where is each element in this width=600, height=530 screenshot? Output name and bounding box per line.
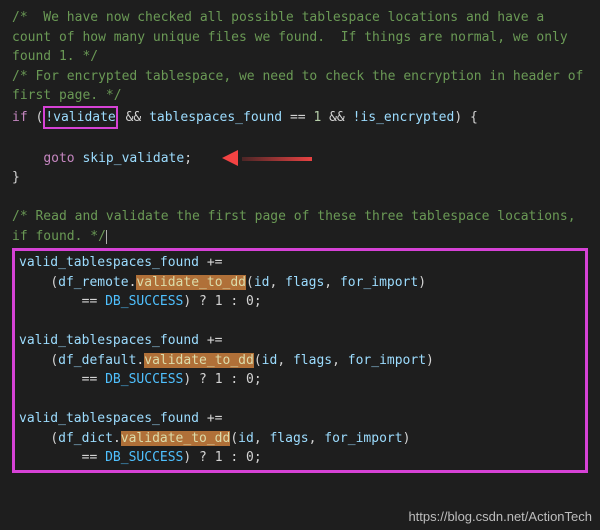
comment-2: /* For encrypted tablespace, we need to … (12, 69, 591, 104)
ternary-2: ? 1 : 0; (199, 372, 262, 387)
c2b: , (332, 353, 348, 368)
semi: ; (184, 151, 192, 166)
op-and2: && (329, 110, 345, 125)
op-eq: == (290, 110, 306, 125)
arg-flags: flags (285, 275, 324, 290)
eq4: == (82, 450, 98, 465)
rbrace: } (12, 170, 20, 185)
df-dict: df_dict (58, 431, 113, 446)
op-pluseq3: += (207, 411, 223, 426)
po: ( (50, 275, 58, 290)
pc: ) (418, 275, 426, 290)
kw-if: if (12, 110, 28, 125)
watermark: https://blog.csdn.net/ActionTech (408, 507, 592, 527)
kw-goto: goto (43, 151, 74, 166)
ternary-1: ? 1 : 0; (199, 294, 262, 309)
arg-import2: for_import (348, 353, 426, 368)
pc2: ) (183, 294, 191, 309)
po5: ( (50, 431, 58, 446)
arg-import3: for_import (324, 431, 402, 446)
db-success-2: DB_SUCCESS (105, 372, 183, 387)
op-pluseq2: += (207, 333, 223, 348)
var-valid-ts-1: valid_tablespaces_found (19, 255, 199, 270)
text-cursor (106, 230, 107, 244)
paren-close: ) (454, 110, 462, 125)
comment-3: /* Read and validate the first page of t… (12, 209, 583, 244)
code-block: /* We have now checked all possible tabl… (12, 8, 588, 473)
arg-id: id (254, 275, 270, 290)
op-and: && (126, 110, 142, 125)
df-remote: df_remote (58, 275, 128, 290)
arg-import: for_import (340, 275, 418, 290)
highlight-validation-block: valid_tablespaces_found += (df_remote.va… (12, 248, 588, 473)
op-pluseq: += (207, 255, 223, 270)
c3a: , (254, 431, 270, 446)
lbrace: { (470, 110, 478, 125)
c3b: , (309, 431, 325, 446)
pc5: ) (403, 431, 411, 446)
highlight-not-validate: !validate (43, 106, 117, 130)
method-validate-1: validate_to_dd (136, 275, 246, 290)
db-success-1: DB_SUCCESS (105, 294, 183, 309)
eq3: == (82, 372, 98, 387)
pc4: ) (183, 372, 191, 387)
c1a: , (269, 275, 285, 290)
pc3: ) (426, 353, 434, 368)
eq2: == (82, 294, 98, 309)
method-validate-3: validate_to_dd (121, 431, 231, 446)
db-success-3: DB_SUCCESS (105, 450, 183, 465)
c2a: , (277, 353, 293, 368)
pc6: ) (183, 450, 191, 465)
not-validate: !validate (45, 110, 115, 125)
arg-id3: id (238, 431, 254, 446)
var-ts-found: tablespaces_found (149, 110, 282, 125)
po6: ( (230, 431, 238, 446)
dot3: . (113, 431, 121, 446)
arg-flags2: flags (293, 353, 332, 368)
paren-open: ( (35, 110, 43, 125)
num-1: 1 (313, 110, 321, 125)
ternary-3: ? 1 : 0; (199, 450, 262, 465)
not-encrypted: !is_encrypted (353, 110, 455, 125)
comment-1: /* We have now checked all possible tabl… (12, 10, 576, 64)
po2: ( (246, 275, 254, 290)
df-default: df_default (58, 353, 136, 368)
po3: ( (50, 353, 58, 368)
po4: ( (254, 353, 262, 368)
red-arrow-icon (222, 151, 312, 165)
method-validate-2: validate_to_dd (144, 353, 254, 368)
c1b: , (324, 275, 340, 290)
arg-flags3: flags (269, 431, 308, 446)
var-valid-ts-3: valid_tablespaces_found (19, 411, 199, 426)
var-valid-ts-2: valid_tablespaces_found (19, 333, 199, 348)
label-skip: skip_validate (82, 151, 184, 166)
arg-id2: id (262, 353, 278, 368)
